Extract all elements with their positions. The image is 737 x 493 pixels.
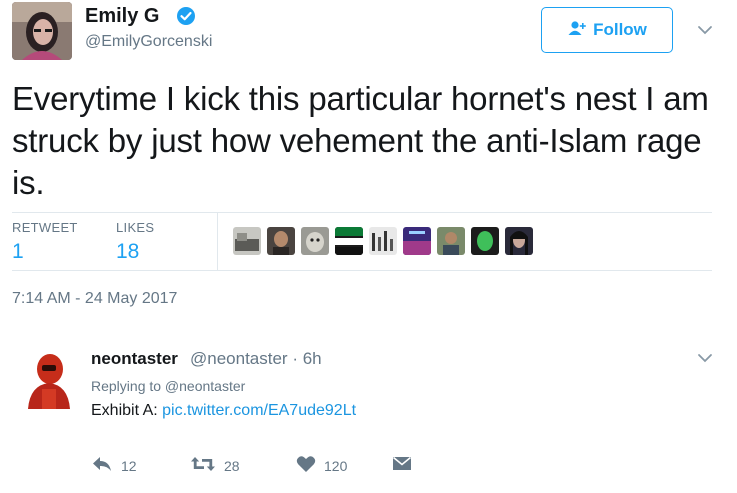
retweet-label: RETWEET bbox=[12, 220, 78, 235]
liker-avatar[interactable] bbox=[301, 227, 329, 255]
author-avatar[interactable] bbox=[12, 2, 72, 60]
like-button[interactable]: 120 bbox=[296, 455, 347, 476]
divider bbox=[12, 212, 712, 213]
reply-count: 12 bbox=[121, 457, 137, 474]
divider bbox=[12, 270, 712, 271]
reply-media-link[interactable]: pic.twitter.com/EA7ude92Lt bbox=[162, 402, 356, 419]
likes-count[interactable]: 18 bbox=[116, 240, 139, 264]
retweet-count[interactable]: 1 bbox=[12, 240, 24, 264]
reply-author-handle[interactable]: @neontaster · 6h bbox=[190, 349, 322, 369]
reply-author-avatar[interactable] bbox=[20, 349, 78, 409]
heart-icon bbox=[296, 455, 316, 476]
replying-to[interactable]: Replying to @neontaster bbox=[91, 378, 245, 394]
liker-avatar[interactable] bbox=[233, 227, 261, 255]
liker-avatar[interactable] bbox=[437, 227, 465, 255]
tweet-timestamp[interactable]: 7:14 AM - 24 May 2017 bbox=[12, 290, 177, 308]
tweet-text: Everytime I kick this particular hornet'… bbox=[12, 80, 709, 201]
liker-avatars bbox=[233, 227, 533, 255]
liker-avatar[interactable] bbox=[505, 227, 533, 255]
follow-label: Follow bbox=[593, 20, 647, 39]
retweet-icon bbox=[190, 455, 216, 476]
liker-avatar[interactable] bbox=[335, 227, 363, 255]
reply-author-name[interactable]: neontaster bbox=[91, 349, 178, 369]
reply-retweet-count: 28 bbox=[224, 457, 240, 474]
liker-avatar[interactable] bbox=[267, 227, 295, 255]
reply-button[interactable]: 12 bbox=[91, 455, 137, 476]
liker-avatar[interactable] bbox=[369, 227, 397, 255]
follow-button[interactable]: Follow bbox=[541, 7, 673, 53]
chevron-down-icon[interactable] bbox=[697, 350, 713, 366]
liker-avatar[interactable] bbox=[471, 227, 499, 255]
stats-divider bbox=[217, 212, 218, 270]
author-handle[interactable]: @EmilyGorcenski bbox=[85, 33, 212, 51]
reply-text: Exhibit A: pic.twitter.com/EA7ude92Lt bbox=[91, 402, 356, 420]
chevron-down-icon[interactable] bbox=[697, 22, 713, 38]
verified-badge-icon bbox=[176, 6, 196, 26]
liker-avatar[interactable] bbox=[403, 227, 431, 255]
add-user-icon bbox=[567, 20, 587, 41]
reply-text-prefix: Exhibit A: bbox=[91, 402, 163, 419]
author-name[interactable]: Emily G bbox=[85, 5, 159, 28]
direct-message-button[interactable] bbox=[392, 455, 412, 476]
likes-label: LIKES bbox=[116, 220, 155, 235]
direct-message-icon bbox=[392, 455, 412, 476]
reply-like-count: 120 bbox=[324, 457, 348, 474]
retweet-button[interactable]: 28 bbox=[190, 455, 240, 476]
reply-icon bbox=[91, 455, 113, 476]
